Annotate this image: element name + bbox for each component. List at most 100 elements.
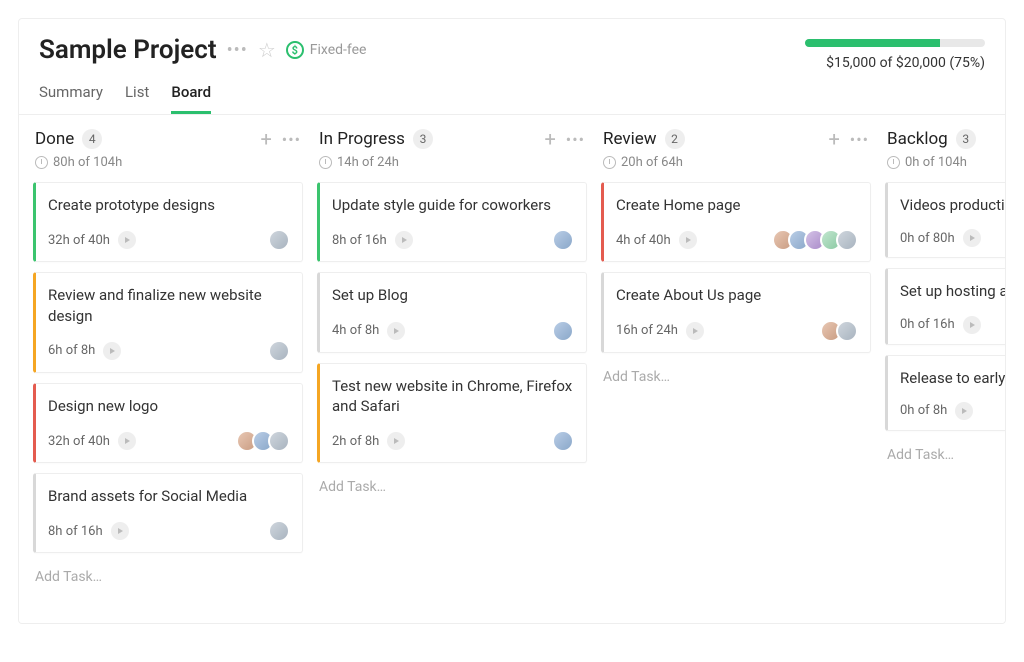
billing-label: Fixed-fee — [310, 42, 367, 58]
task-footer-left: 32h of 40h — [48, 231, 136, 249]
avatar[interactable] — [268, 229, 290, 251]
task-footer-left: 8h of 16h — [332, 231, 413, 249]
play-timer-icon[interactable] — [395, 231, 413, 249]
add-card-icon[interactable]: + — [828, 129, 839, 149]
task-footer-left: 2h of 8h — [332, 432, 405, 450]
add-card-icon[interactable]: + — [544, 129, 555, 149]
avatar[interactable] — [268, 520, 290, 542]
task-title: Update style guide for coworkers — [332, 195, 574, 215]
task-footer-left: 32h of 40h — [48, 432, 136, 450]
task-card[interactable]: Set up hosting account0h of 16h — [885, 268, 1005, 344]
column-hours: 20h of 64h — [603, 155, 871, 170]
assignee-avatars — [552, 229, 574, 251]
task-hours: 0h of 80h — [900, 231, 955, 246]
task-footer: 0h of 8h — [900, 402, 1005, 420]
task-hours: 4h of 40h — [616, 233, 671, 248]
column-review: Review2+•••20h of 64hCreate Home page4h … — [601, 129, 871, 609]
task-footer-left: 8h of 16h — [48, 522, 129, 540]
task-card[interactable]: Update style guide for coworkers 8h of 16… — [317, 182, 587, 262]
clock-icon — [887, 156, 900, 169]
column-hours: 0h of 104h — [887, 155, 1005, 170]
column-hours-text: 14h of 24h — [337, 155, 399, 170]
task-card[interactable]: Design new logo 32h of 40h — [33, 383, 303, 463]
task-title: Create Home page — [616, 195, 858, 215]
play-timer-icon[interactable] — [686, 322, 704, 340]
column-header: Review2+••• — [601, 129, 871, 151]
task-hours: 8h of 16h — [332, 233, 387, 248]
task-card[interactable]: Videos production 0h of 80h — [885, 182, 1005, 258]
play-timer-icon[interactable] — [118, 231, 136, 249]
tab-list[interactable]: List — [125, 75, 149, 114]
task-card[interactable]: Review and finalize new website design6h… — [33, 272, 303, 373]
play-timer-icon[interactable] — [387, 432, 405, 450]
add-card-icon[interactable]: + — [260, 129, 271, 149]
task-title: Set up hosting account — [900, 281, 1005, 301]
task-title: Design new logo — [48, 396, 290, 416]
column-title: In Progress — [319, 129, 405, 149]
task-card[interactable]: Create prototype designs 32h of 40h — [33, 182, 303, 262]
tab-summary[interactable]: Summary — [39, 75, 103, 114]
play-timer-icon[interactable] — [679, 231, 697, 249]
task-title: Test new website in Chrome, Firefox and … — [332, 376, 574, 417]
tab-board[interactable]: Board — [171, 75, 211, 114]
task-card[interactable]: Create Home page 4h of 40h — [601, 182, 871, 262]
column-hours-text: 0h of 104h — [905, 155, 967, 170]
column-hours: 80h of 104h — [35, 155, 303, 170]
avatar[interactable] — [836, 229, 858, 251]
dollar-icon: $ — [286, 41, 304, 59]
kanban-board: Done4 + ••• 80h of 104h Create prototype des… — [19, 115, 1005, 623]
column-header: In Progress3+••• — [317, 129, 587, 151]
play-timer-icon[interactable] — [955, 402, 973, 420]
assignee-avatars — [552, 320, 574, 342]
task-title: Create prototype designs — [48, 195, 290, 215]
task-card[interactable]: Create About Us page16h of 24h — [601, 272, 871, 352]
budget-panel: $15,000 of $20,000 (75%) — [785, 35, 985, 114]
add-task-button[interactable]: Add Task… — [317, 473, 587, 501]
task-card[interactable]: Release to early adopters0h of 8h — [885, 355, 1005, 431]
column-header: Done4 + ••• — [33, 129, 303, 151]
add-task-button[interactable]: Add Task… — [885, 441, 1005, 469]
add-task-button[interactable]: Add Task… — [601, 363, 871, 391]
play-timer-icon[interactable] — [118, 432, 136, 450]
task-card[interactable]: Brand assets for Social Media8h of 16h — [33, 473, 303, 553]
column-hours: 14h of 24h — [319, 155, 587, 170]
play-timer-icon[interactable] — [111, 522, 129, 540]
assignee-avatars — [820, 320, 858, 342]
task-footer-left: 0h of 80h — [900, 229, 981, 247]
add-task-button[interactable]: Add Task… — [33, 563, 303, 591]
column-title: Done — [35, 129, 74, 149]
column-menu-icon[interactable]: ••• — [850, 130, 869, 149]
task-hours: 2h of 8h — [332, 434, 379, 449]
column-header-left: Done4 — [35, 129, 102, 149]
column-menu-icon[interactable]: ••• — [566, 130, 585, 149]
project-menu-icon[interactable]: ••• — [227, 40, 248, 61]
avatar[interactable] — [268, 340, 290, 362]
avatar[interactable] — [552, 320, 574, 342]
column-header-left: Backlog3 — [887, 129, 976, 149]
play-timer-icon[interactable] — [963, 229, 981, 247]
column-header-right: + ••• — [544, 129, 585, 149]
avatar[interactable] — [552, 430, 574, 452]
favorite-star-icon[interactable]: ☆ — [258, 38, 276, 62]
project-title: Sample Project — [39, 35, 217, 65]
task-card[interactable]: Set up Blog4h of 8h — [317, 272, 587, 352]
assignee-avatars — [268, 520, 290, 542]
column-hours-text: 80h of 104h — [53, 155, 122, 170]
task-footer-left: 4h of 8h — [332, 322, 405, 340]
task-card[interactable]: Test new website in Chrome, Firefox and … — [317, 363, 587, 464]
avatar[interactable] — [268, 430, 290, 452]
avatar[interactable] — [836, 320, 858, 342]
clock-icon — [35, 156, 48, 169]
task-hours: 32h of 40h — [48, 233, 110, 248]
play-timer-icon[interactable] — [103, 342, 121, 360]
task-hours: 16h of 24h — [616, 323, 678, 338]
task-title: Videos production — [900, 195, 1005, 215]
avatar[interactable] — [552, 229, 574, 251]
play-timer-icon[interactable] — [963, 316, 981, 334]
column-title: Backlog — [887, 129, 948, 149]
play-timer-icon[interactable] — [387, 322, 405, 340]
budget-progress-bar — [805, 39, 985, 47]
column-menu-icon[interactable]: ••• — [282, 130, 301, 149]
task-footer-left: 0h of 8h — [900, 402, 973, 420]
billing-badge[interactable]: $ Fixed-fee — [286, 41, 367, 59]
